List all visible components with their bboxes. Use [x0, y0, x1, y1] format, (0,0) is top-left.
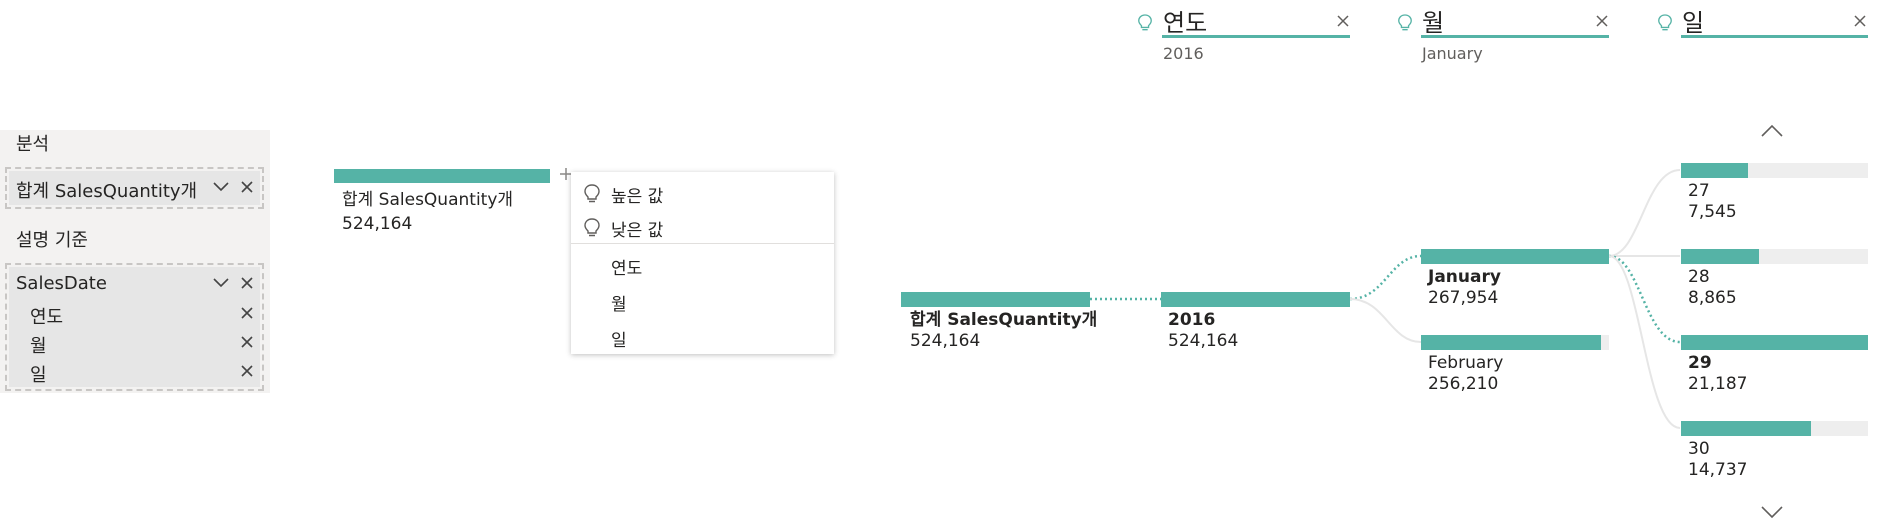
month-node-bar [1421, 249, 1609, 264]
day-node-30-track[interactable] [1681, 421, 1868, 436]
root-node-value: 524,164 [910, 331, 981, 351]
day-node-27-track[interactable] [1681, 163, 1868, 178]
month-node-label: February [1428, 353, 1504, 373]
root-node-track[interactable] [901, 292, 1090, 307]
day-node-value: 14,737 [1688, 460, 1748, 480]
month-node-january-track[interactable] [1421, 249, 1609, 264]
day-node-value: 21,187 [1688, 374, 1748, 394]
month-node-value: 256,210 [1428, 374, 1499, 394]
month-node-february-track[interactable] [1421, 335, 1609, 350]
root-node-bar [901, 292, 1090, 307]
day-node-value: 8,865 [1688, 288, 1737, 308]
day-node-bar [1681, 421, 1812, 436]
day-node-value: 7,545 [1688, 202, 1737, 222]
month-node-bar [1421, 335, 1601, 350]
day-node-bar [1681, 249, 1760, 264]
year-node-value: 524,164 [1168, 331, 1239, 351]
day-node-label: 30 [1688, 439, 1710, 459]
day-node-label: 29 [1688, 353, 1712, 373]
root-node-label: 합계 SalesQuantity개 [910, 310, 1098, 330]
day-node-29-track[interactable] [1681, 335, 1868, 350]
day-node-bar [1681, 163, 1748, 178]
day-node-28-track[interactable] [1681, 249, 1868, 264]
day-node-bar [1681, 335, 1868, 350]
month-node-label: January [1428, 267, 1501, 287]
day-node-label: 28 [1688, 267, 1710, 287]
year-node-bar [1161, 292, 1350, 307]
month-node-value: 267,954 [1428, 288, 1499, 308]
day-node-label: 27 [1688, 181, 1710, 201]
year-node-track[interactable] [1161, 292, 1350, 307]
year-node-label: 2016 [1168, 310, 1216, 330]
